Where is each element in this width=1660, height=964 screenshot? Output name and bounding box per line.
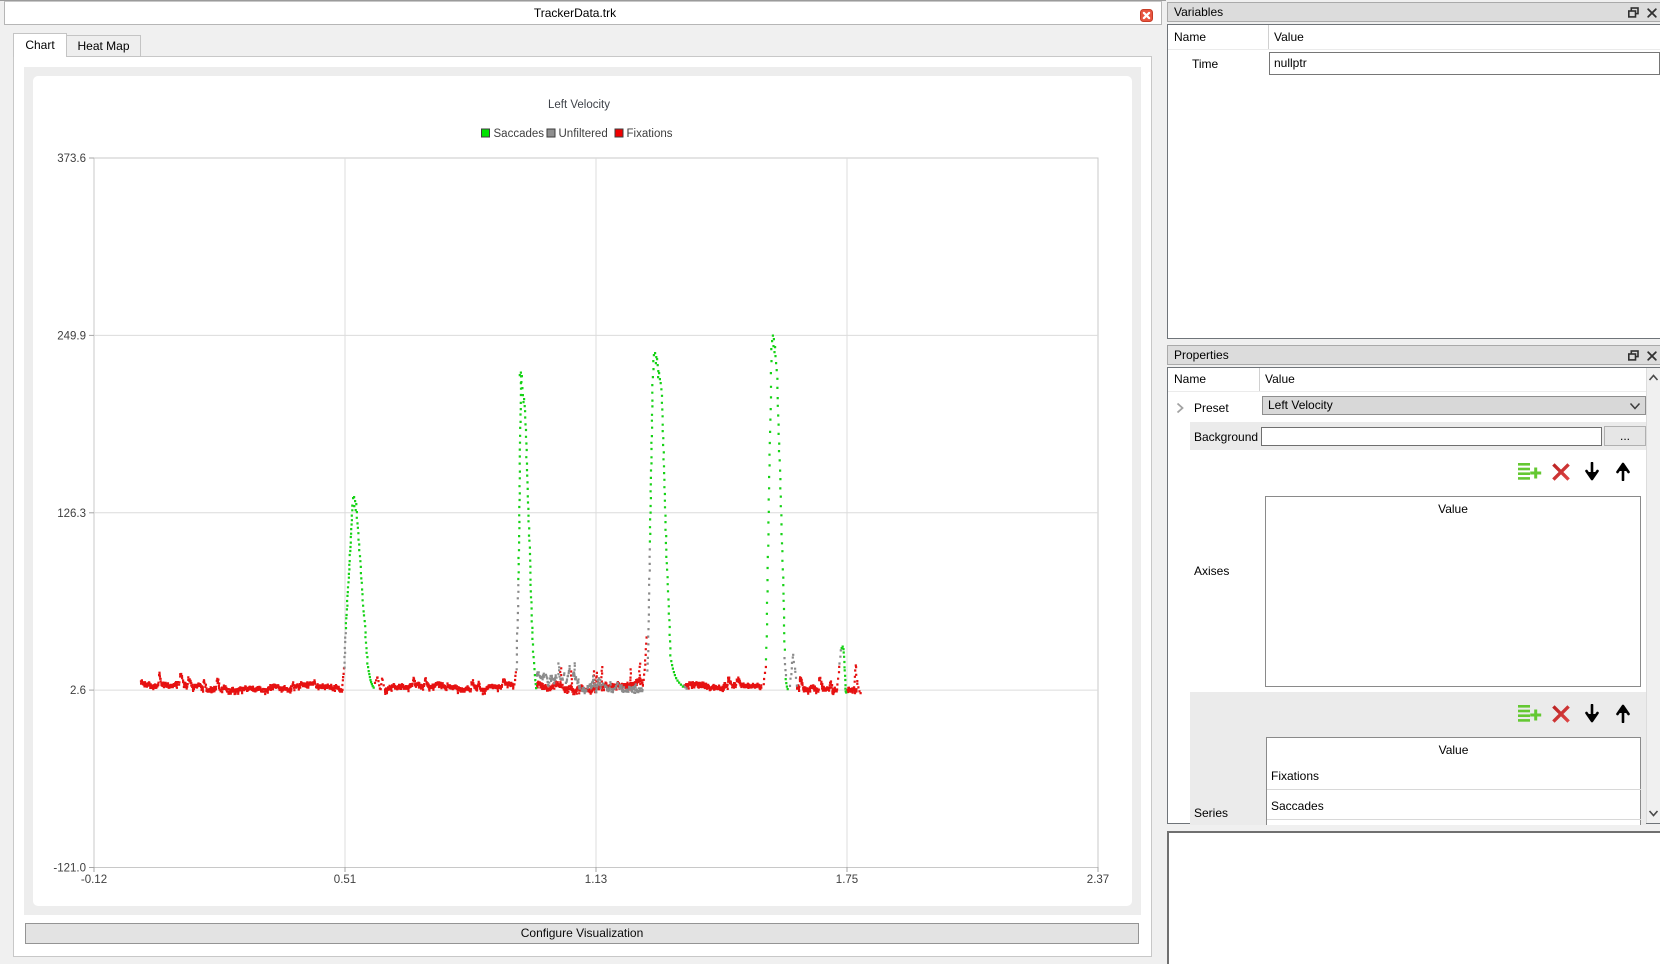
svg-text:Left Velocity: Left Velocity [548, 99, 610, 111]
svg-text:373.6: 373.6 [57, 153, 86, 165]
svg-text:2.6: 2.6 [70, 685, 86, 697]
svg-text:Saccades: Saccades [494, 128, 545, 140]
svg-text:-121.0: -121.0 [53, 863, 86, 875]
svg-text:126.3: 126.3 [57, 508, 86, 520]
svg-text:Fixations: Fixations [627, 128, 673, 140]
svg-text:Unfiltered: Unfiltered [559, 128, 608, 140]
svg-text:249.9: 249.9 [57, 330, 86, 342]
svg-text:1.75: 1.75 [836, 874, 858, 886]
svg-text:-0.12: -0.12 [81, 874, 107, 886]
svg-text:1.13: 1.13 [585, 874, 607, 886]
svg-text:2.37: 2.37 [1087, 874, 1109, 886]
svg-text:0.51: 0.51 [334, 874, 356, 886]
